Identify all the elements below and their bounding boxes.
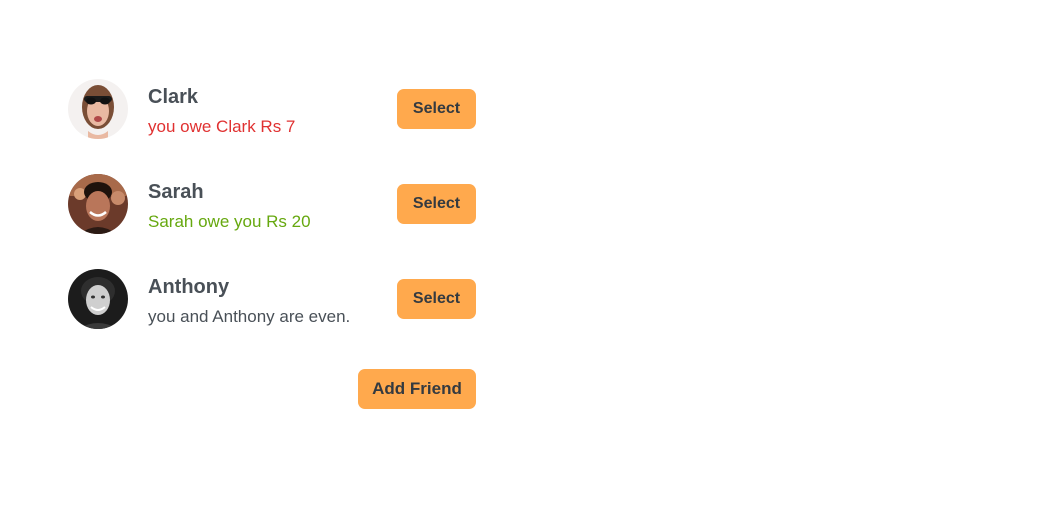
add-friend-button[interactable]: Add Friend xyxy=(358,369,476,409)
friend-item-anthony: Anthony you and Anthony are even. Select xyxy=(68,269,476,329)
select-button-clark[interactable]: Select xyxy=(397,89,476,129)
select-button-anthony[interactable]: Select xyxy=(397,279,476,319)
friend-name: Anthony xyxy=(148,276,230,298)
friend-item-clark: Clark you owe Clark Rs 7 Select xyxy=(68,79,476,139)
friends-sidebar: Clark you owe Clark Rs 7 Select Sarah Sa… xyxy=(68,79,476,409)
avatar-anthony xyxy=(68,269,128,329)
friend-list: Clark you owe Clark Rs 7 Select Sarah Sa… xyxy=(68,79,476,329)
friend-item-sarah: Sarah Sarah owe you Rs 20 Select xyxy=(68,174,476,234)
select-button-sarah[interactable]: Select xyxy=(397,184,476,224)
friend-name: Clark xyxy=(148,86,199,108)
friend-name: Sarah xyxy=(148,181,204,203)
avatar-clark xyxy=(68,79,128,139)
friend-balance: you and Anthony are even. xyxy=(148,307,351,326)
friend-balance: you owe Clark Rs 7 xyxy=(148,117,296,136)
friend-balance: Sarah owe you Rs 20 xyxy=(148,212,311,231)
avatar-sarah xyxy=(68,174,128,234)
